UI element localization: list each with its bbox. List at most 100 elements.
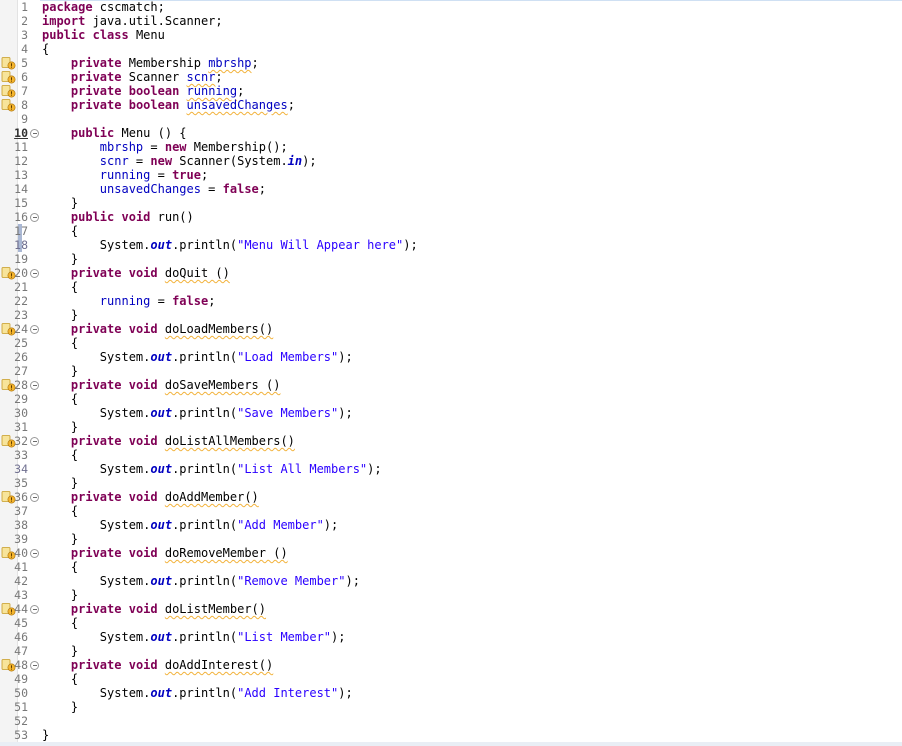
- warning-icon[interactable]: [1, 56, 16, 70]
- code-text[interactable]: private Membership mbrshp;: [42, 56, 259, 70]
- code-line[interactable]: 28 private void doSaveMembers (): [0, 378, 902, 392]
- code-text[interactable]: public Menu () {: [42, 126, 187, 140]
- code-lines[interactable]: 1 package cscmatch; 2 import java.util.Scan…: [0, 0, 902, 742]
- code-text[interactable]: System.out.println("Add Member");: [42, 518, 338, 532]
- code-line[interactable]: 11 mbrshp = new Membership();: [0, 140, 902, 154]
- code-text[interactable]: {: [42, 280, 78, 294]
- code-line[interactable]: 37 {: [0, 504, 902, 518]
- code-line[interactable]: 35 }: [0, 476, 902, 490]
- code-text[interactable]: private void doListAllMembers(): [42, 434, 295, 448]
- code-line[interactable]: 47 }: [0, 644, 902, 658]
- code-text[interactable]: System.out.println("List Member");: [42, 630, 346, 644]
- code-line[interactable]: 49 {: [0, 672, 902, 686]
- fold-collapse-icon[interactable]: [30, 549, 39, 558]
- code-text[interactable]: System.out.println("Save Members");: [42, 406, 353, 420]
- code-line[interactable]: 50 System.out.println("Add Interest");: [0, 686, 902, 700]
- code-text[interactable]: running = false;: [42, 294, 216, 308]
- warning-icon[interactable]: [1, 84, 16, 98]
- code-line[interactable]: 52: [0, 714, 902, 728]
- code-line[interactable]: 29 {: [0, 392, 902, 406]
- code-text[interactable]: }: [42, 364, 78, 378]
- code-text[interactable]: {: [42, 336, 78, 350]
- code-text[interactable]: }: [42, 196, 78, 210]
- code-line[interactable]: 38 System.out.println("Add Member");: [0, 518, 902, 532]
- code-line[interactable]: 48 private void doAddInterest(): [0, 658, 902, 672]
- code-text[interactable]: package cscmatch;: [42, 0, 165, 14]
- code-line[interactable]: 42 System.out.println("Remove Member");: [0, 574, 902, 588]
- code-text[interactable]: private void doRemoveMember (): [42, 546, 288, 560]
- code-line[interactable]: 34 System.out.println("List All Members"…: [0, 462, 902, 476]
- code-line[interactable]: 33 {: [0, 448, 902, 462]
- code-line[interactable]: 10 public Menu () {: [0, 126, 902, 140]
- code-text[interactable]: scnr = new Scanner(System.in);: [42, 154, 317, 168]
- code-line[interactable]: 36 private void doAddMember(): [0, 490, 902, 504]
- code-text[interactable]: private void doSaveMembers (): [42, 378, 281, 392]
- code-line[interactable]: 44 private void doListMember(): [0, 602, 902, 616]
- code-line[interactable]: 13 running = true;: [0, 168, 902, 182]
- code-text[interactable]: }: [42, 308, 78, 322]
- code-line[interactable]: 51 }: [0, 700, 902, 714]
- code-text[interactable]: private boolean running;: [42, 84, 244, 98]
- code-line[interactable]: 1 package cscmatch;: [0, 0, 902, 14]
- fold-collapse-icon[interactable]: [30, 493, 39, 502]
- code-text[interactable]: }: [42, 700, 78, 714]
- code-text[interactable]: }: [42, 728, 49, 742]
- code-line[interactable]: 3 public class Menu: [0, 28, 902, 42]
- code-text[interactable]: System.out.println("Load Members");: [42, 350, 353, 364]
- code-line[interactable]: 30 System.out.println("Save Members");: [0, 406, 902, 420]
- code-line[interactable]: 46 System.out.println("List Member");: [0, 630, 902, 644]
- code-text[interactable]: private boolean unsavedChanges;: [42, 98, 295, 112]
- code-text[interactable]: {: [42, 560, 78, 574]
- code-line[interactable]: 32 private void doListAllMembers(): [0, 434, 902, 448]
- code-line[interactable]: 26 System.out.println("Load Members");: [0, 350, 902, 364]
- code-line[interactable]: 12 scnr = new Scanner(System.in);: [0, 154, 902, 168]
- code-line[interactable]: 19 }: [0, 252, 902, 266]
- code-line[interactable]: 23 }: [0, 308, 902, 322]
- code-line[interactable]: 7 private boolean running;: [0, 84, 902, 98]
- code-text[interactable]: import java.util.Scanner;: [42, 14, 223, 28]
- code-text[interactable]: mbrshp = new Membership();: [42, 140, 288, 154]
- code-text[interactable]: {: [42, 504, 78, 518]
- code-text[interactable]: {: [42, 392, 78, 406]
- code-text[interactable]: }: [42, 588, 78, 602]
- fold-collapse-icon[interactable]: [30, 129, 39, 138]
- fold-collapse-icon[interactable]: [30, 605, 39, 614]
- code-text[interactable]: }: [42, 532, 78, 546]
- java-code-editor[interactable]: 1 package cscmatch; 2 import java.util.Scan…: [0, 0, 902, 746]
- code-text[interactable]: System.out.println("List All Members");: [42, 462, 382, 476]
- code-text[interactable]: System.out.println("Remove Member");: [42, 574, 360, 588]
- fold-collapse-icon[interactable]: [30, 437, 39, 446]
- code-text[interactable]: private void doAddInterest(): [42, 658, 273, 672]
- code-text[interactable]: private void doLoadMembers(): [42, 322, 273, 336]
- code-line[interactable]: 18 System.out.println("Menu Will Appear …: [0, 238, 902, 252]
- fold-collapse-icon[interactable]: [30, 381, 39, 390]
- code-text[interactable]: {: [42, 42, 49, 56]
- code-line[interactable]: 27 }: [0, 364, 902, 378]
- code-line[interactable]: 21 {: [0, 280, 902, 294]
- code-text[interactable]: }: [42, 420, 78, 434]
- code-line[interactable]: 9: [0, 112, 902, 126]
- code-text[interactable]: System.out.println("Add Interest");: [42, 686, 353, 700]
- warning-icon[interactable]: [1, 70, 16, 84]
- code-line[interactable]: 4{: [0, 42, 902, 56]
- code-line[interactable]: 53}: [0, 728, 902, 742]
- code-text[interactable]: private void doListMember(): [42, 602, 266, 616]
- warning-icon[interactable]: [1, 98, 16, 112]
- fold-collapse-icon[interactable]: [30, 325, 39, 334]
- fold-collapse-icon[interactable]: [30, 661, 39, 670]
- code-text[interactable]: {: [42, 448, 78, 462]
- code-text[interactable]: private void doQuit (): [42, 266, 230, 280]
- fold-collapse-icon[interactable]: [30, 213, 39, 222]
- code-line[interactable]: 6 private Scanner scnr;: [0, 70, 902, 84]
- code-line[interactable]: 31 }: [0, 420, 902, 434]
- code-line[interactable]: 15 }: [0, 196, 902, 210]
- code-line[interactable]: 41 {: [0, 560, 902, 574]
- code-text[interactable]: {: [42, 224, 78, 238]
- code-text[interactable]: private void doAddMember(): [42, 490, 259, 504]
- code-text[interactable]: {: [42, 672, 78, 686]
- code-line[interactable]: 8 private boolean unsavedChanges;: [0, 98, 902, 112]
- code-text[interactable]: private Scanner scnr;: [42, 70, 223, 84]
- code-text[interactable]: running = true;: [42, 168, 208, 182]
- code-line[interactable]: 16 public void run(): [0, 210, 902, 224]
- code-line[interactable]: 45 {: [0, 616, 902, 630]
